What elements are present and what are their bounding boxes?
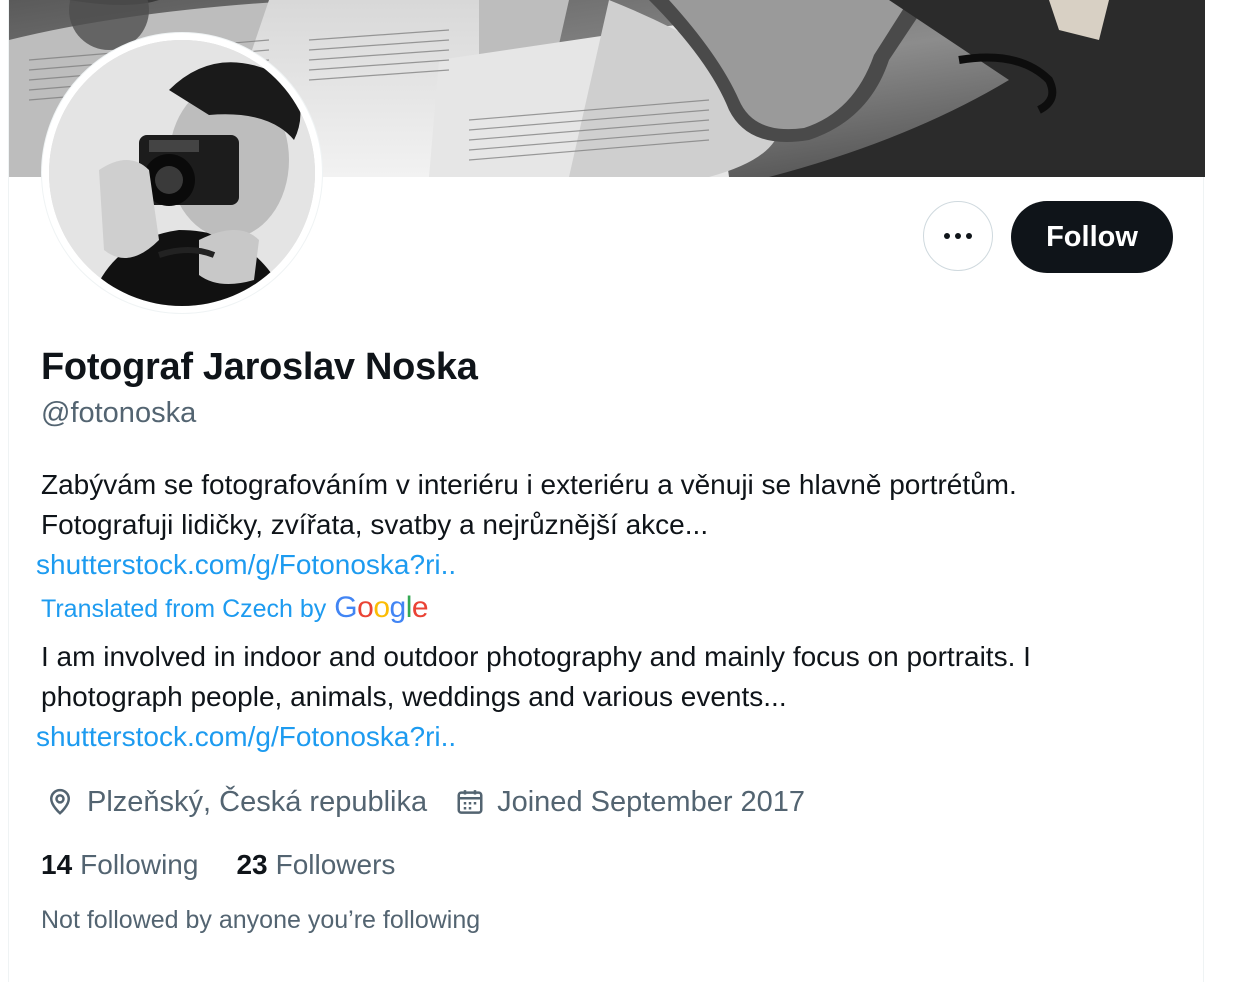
profile-handle: @fotonoska [41,397,197,429]
followers-you-know-text: Not followed by anyone you’re following [41,906,481,934]
location-pin-icon [49,788,71,815]
following-link[interactable]: 14 Following [41,849,198,881]
profile-joined-date: Joined September 2017 [455,786,805,819]
more-horizontal-icon [942,233,975,239]
followers-count: 23 [236,849,268,880]
profile-avatar[interactable] [41,32,323,314]
translated-by-google-link[interactable]: Translated from Czech by Google [41,591,429,625]
profile-column: Follow Fotograf Jaroslav Noska @fotonosk… [8,0,1205,982]
avatar-photo [49,40,315,306]
following-label: Following [80,849,199,880]
followers-label: Followers [275,849,396,880]
bio-original-line-1: Zabývám se fotografováním v interiéru i … [41,469,1017,500]
profile-bio-original: Zabývám se fotografováním v interiéru i … [41,465,1161,545]
translated-label: Translated from Czech by [41,595,327,623]
more-options-button[interactable] [923,201,993,271]
following-count: 14 [41,849,73,880]
bio-original-line-2: Fotografuji lidičky, zvířata, svatby a n… [41,509,709,540]
google-logo: Google [334,591,429,624]
bio-translated-link[interactable]: shutterstock.com/g/Fotonoska?ri.. [36,717,456,757]
follow-button[interactable]: Follow [1011,201,1173,273]
profile-location: Plzeňský, Česká republika [45,786,427,819]
profile-display-name: Fotograf Jaroslav Noska [41,346,478,388]
profile-bio-translated: I am involved in indoor and outdoor phot… [41,641,1031,712]
profile-meta-row: Plzeňský, Česká republika Joined Septemb… [45,782,833,822]
profile-stats: 14 Following 23 Followers [41,845,433,885]
bio-link[interactable]: shutterstock.com/g/Fotonoska?ri.. [36,545,456,585]
joined-text: Joined September 2017 [497,785,806,818]
profile-page: Follow Fotograf Jaroslav Noska @fotonosk… [0,0,1252,982]
location-text: Plzeňský, Česká republika [87,785,428,818]
calendar-icon [457,790,483,814]
followers-link[interactable]: 23 Followers [236,849,395,881]
